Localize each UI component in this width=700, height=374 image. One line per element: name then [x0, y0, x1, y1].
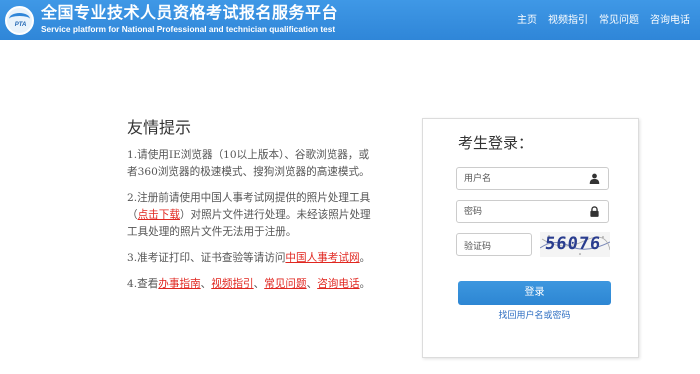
top-nav: 主页 视频指引 常见问题 咨询电话: [506, 14, 690, 28]
logo-text: PTA: [14, 22, 27, 28]
tip-links-end: 。: [359, 278, 371, 290]
guide-link[interactable]: 办事指南: [158, 278, 200, 290]
user-icon: [589, 173, 600, 184]
captcha-input[interactable]: [457, 236, 531, 258]
site-subtitle: Service platform for National Profession…: [41, 24, 336, 34]
tip-admission: 3.准考证打印、证书查验等请访问中国人事考试网。: [127, 250, 412, 267]
tip-links-line: 4.查看办事指南、视频指引、常见问题、咨询电话。: [127, 276, 412, 293]
faq-link[interactable]: 常见问题: [264, 278, 306, 290]
tips-title: 友情提示: [127, 118, 192, 137]
lock-icon: [590, 206, 599, 217]
captcha-image[interactable]: 56076: [540, 232, 610, 257]
tip-links: 4.查看办事指南、视频指引、常见问题、咨询电话。: [127, 276, 412, 293]
tip-links-text: 4.查看: [127, 278, 159, 290]
site-title: 全国专业技术人员资格考试报名服务平台: [41, 3, 339, 22]
tip-photo-tool: 2.注册前请使用中国人事考试网提供的照片处理工具 （点击下载）对照片文件进行处理…: [127, 190, 412, 241]
login-title: 考生登录：: [458, 134, 534, 152]
username-field: [456, 167, 609, 190]
password-field: [456, 200, 609, 223]
password-input[interactable]: [457, 201, 582, 222]
friendly-tips: 友情提示 1.请使用IE浏览器（10以上版本）、谷歌浏览器，或 者360浏览器的…: [127, 118, 412, 302]
tip-browser: 1.请使用IE浏览器（10以上版本）、谷歌浏览器，或 者360浏览器的极速模式、…: [127, 147, 412, 181]
tip-browser-line2: 者360浏览器的极速模式、搜狗浏览器的高速模式。: [127, 166, 370, 178]
tip-admission-text: 3.准考证打印、证书查验等请访问: [127, 252, 286, 264]
nav-video-guide[interactable]: 视频指引: [548, 14, 588, 28]
nav-faq[interactable]: 常见问题: [599, 14, 639, 28]
captcha-text: 56076: [543, 234, 603, 254]
tip-photo-paren: （: [127, 209, 138, 221]
username-input[interactable]: [457, 168, 582, 189]
tip-photo-line2: （点击下载）对照片文件进行处理。未经该照片处理: [127, 207, 412, 224]
tip-browser-line1: 1.请使用IE浏览器（10以上版本）、谷歌浏览器，或: [127, 149, 370, 161]
tip-photo-line3: 工具处理的照片文件无法用于注册。: [127, 226, 297, 238]
tip-links-sep: 、: [306, 278, 318, 290]
tip-links-sep: 、: [200, 278, 212, 290]
pta-logo[interactable]: PTA: [5, 6, 34, 35]
login-button[interactable]: 登录: [458, 281, 611, 305]
tip-photo-line1: 2.注册前请使用中国人事考试网提供的照片处理工具: [127, 192, 371, 204]
video-guide-link[interactable]: 视频指引: [211, 278, 253, 290]
download-link[interactable]: 点击下载: [138, 209, 180, 221]
tip-admission-end: 。: [359, 252, 371, 264]
cpta-link[interactable]: 中国人事考试网: [285, 252, 359, 264]
nav-hotline[interactable]: 咨询电话: [650, 14, 690, 28]
nav-home[interactable]: 主页: [517, 14, 537, 28]
hotline-link[interactable]: 咨询电话: [317, 278, 359, 290]
login-panel: 考生登录： 56076 登录 找回用户名或密码: [422, 118, 639, 358]
tip-links-sep: 、: [253, 278, 265, 290]
tip-photo-rest: ）对照片文件进行处理。未经该照片处理: [179, 209, 371, 221]
forgot-credentials-link[interactable]: 找回用户名或密码: [458, 310, 611, 323]
top-header: PTA 全国专业技术人员资格考试报名服务平台 Service platform …: [0, 0, 700, 40]
tip-admission-line: 3.准考证打印、证书查验等请访问中国人事考试网。: [127, 250, 412, 267]
captcha-field: [456, 233, 532, 258]
